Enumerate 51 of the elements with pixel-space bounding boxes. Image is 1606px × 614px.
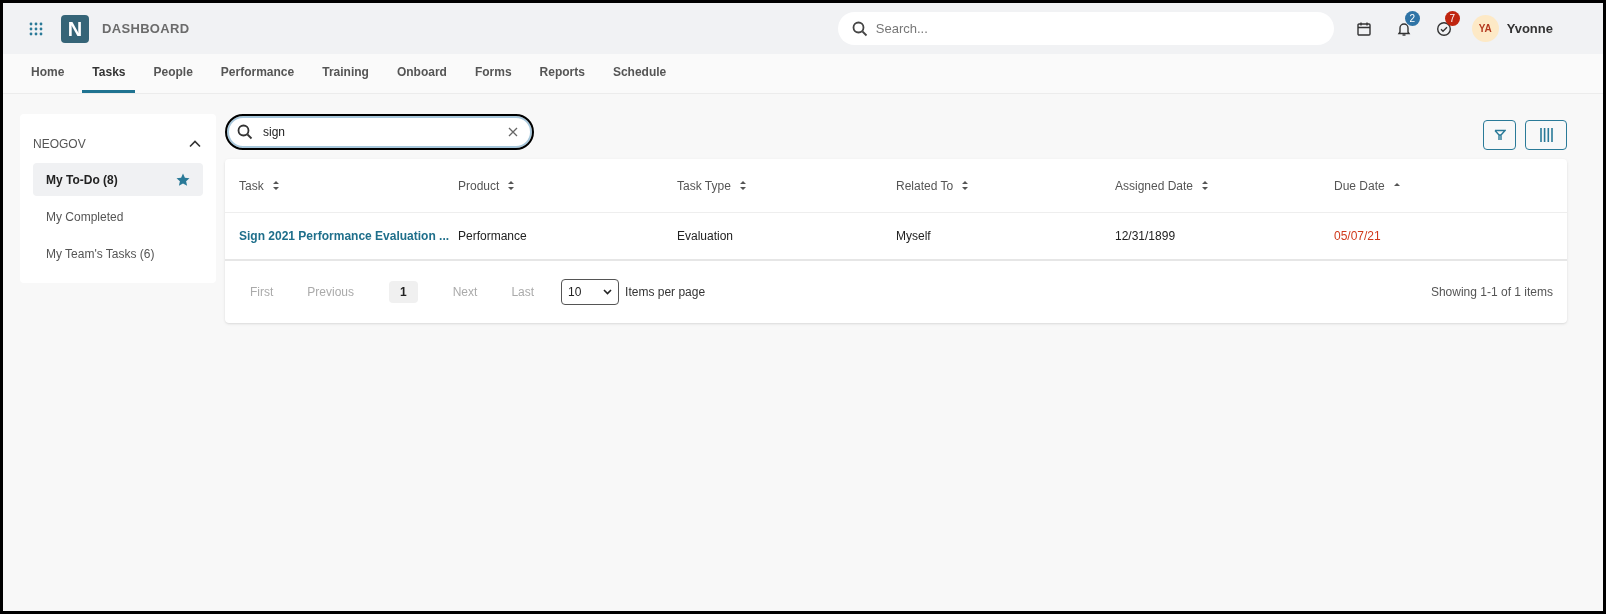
due-date: 05/07/21 [1334,228,1381,245]
page-title: DASHBOARD [102,19,190,38]
calendar-icon[interactable] [1355,20,1372,37]
column-header[interactable]: Task Type [677,176,896,195]
nav-tab[interactable]: Schedule [602,54,677,93]
nav-tab[interactable]: Training [312,54,379,93]
nav-tab[interactable]: Home [21,54,75,93]
nav-tab[interactable]: Forms [464,54,522,93]
page-size-label: Items per page [625,284,706,301]
app-logo: N [61,14,89,43]
nav-tab[interactable]: Performance [210,54,305,93]
nav-tab[interactable]: People [143,54,203,93]
check-circle-icon[interactable] [1435,20,1452,37]
task-search-field[interactable]: sign [225,114,534,150]
clear-icon[interactable] [508,127,518,137]
sidebar-item[interactable]: My Team's Tasks (6) [33,237,203,270]
filter-button[interactable] [1483,119,1516,150]
page-button[interactable]: 1 [389,281,418,303]
column-header[interactable]: Product [458,176,677,195]
column-header[interactable]: Related To [896,176,1115,195]
table-cell-text: Myself [896,228,931,245]
filter-icon [1493,128,1506,141]
apps-grid-icon[interactable] [29,21,43,36]
column-header[interactable]: Task [239,176,458,195]
pagination-summary: Showing 1-1 of 1 items [1430,284,1553,301]
sidebar-item[interactable]: My Completed [33,200,203,233]
star-icon[interactable] [176,172,190,187]
page-size-select[interactable]: 10 [561,279,620,305]
task-count: 7 [1444,10,1460,26]
search-icon [237,124,253,140]
nav-tab[interactable]: Reports [529,54,595,93]
column-header[interactable]: Due Date [1334,176,1553,195]
table-cell-text: Performance [458,228,527,245]
sidebar-item[interactable]: My To-Do (8) [33,163,203,196]
user-avatar[interactable]: YA [1471,15,1499,42]
notification-count: 2 [1404,10,1420,26]
search-icon [851,21,868,37]
task-link[interactable]: Sign 2021 Performance Evaluation ... [239,227,450,245]
sidebar-heading: NEOGOV [33,136,86,153]
column-header[interactable]: Assigned Date [1115,176,1334,195]
table-cell-text: Evaluation [677,228,734,245]
nav-tab[interactable]: Tasks [82,54,136,93]
bell-icon[interactable] [1395,20,1412,37]
caret-icon [603,289,613,295]
columns-button[interactable] [1525,119,1567,150]
search-field[interactable]: Search... [837,12,1334,45]
columns-icon [1539,127,1553,142]
nav-tab[interactable]: Onboard [386,54,457,93]
table-cell-text: 12/31/1899 [1115,228,1176,245]
user-name[interactable]: Yvonne [1506,18,1553,39]
chevron-icon[interactable] [189,140,201,148]
